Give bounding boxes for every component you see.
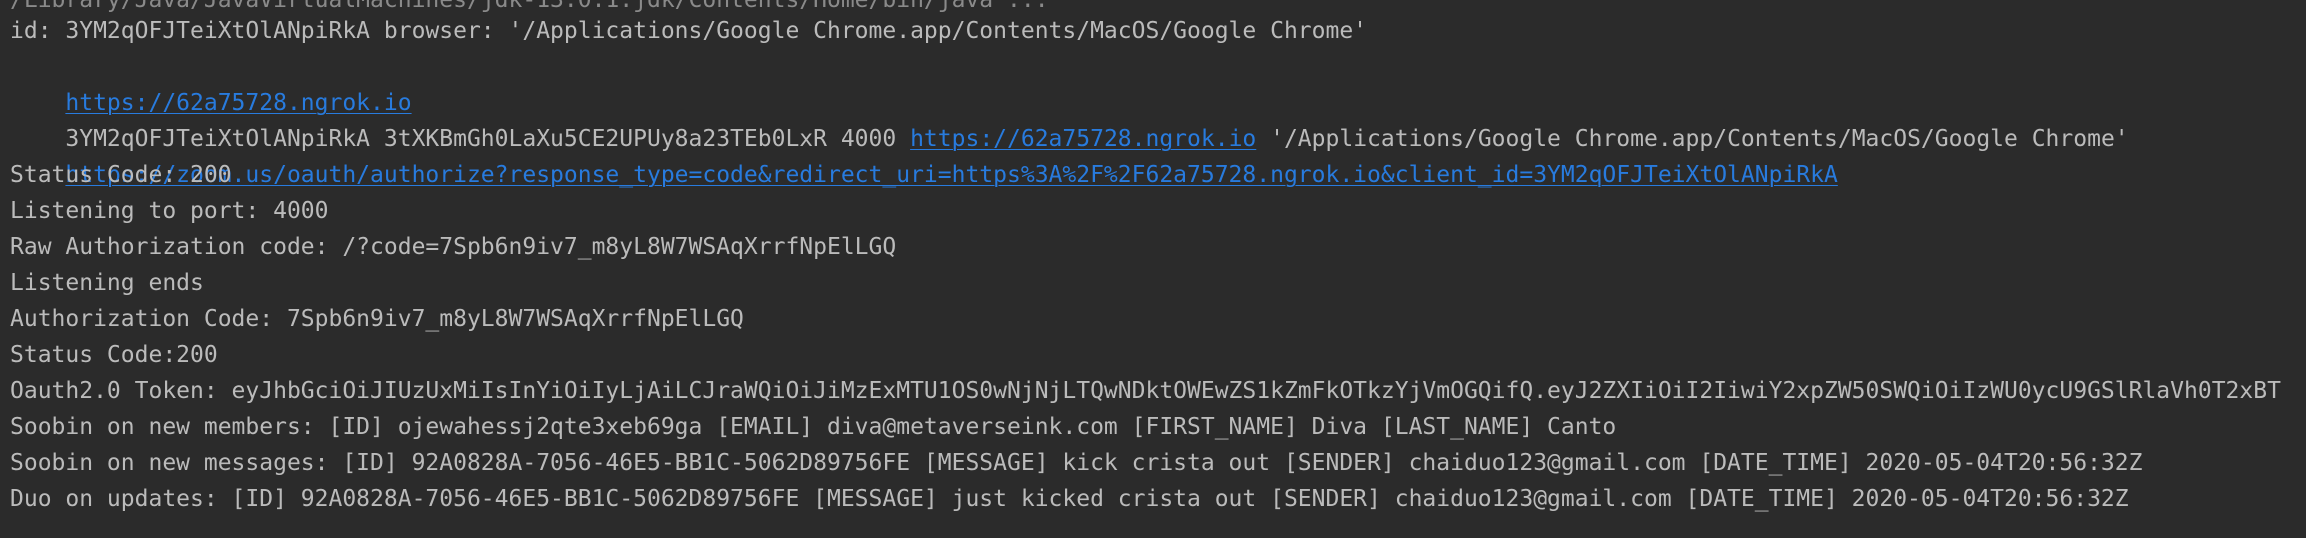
console-output: /Library/Java/JavaVirtualMachines/jdk-13… <box>0 0 2306 538</box>
console-line-auth-code: Authorization Code: 7Spb6n9iv7_m8yL8W7WS… <box>10 306 744 332</box>
console-line-raw-auth-code: Raw Authorization code: /?code=7Spb6n9iv… <box>10 234 897 260</box>
console-line-listening-ends: Listening ends <box>10 270 204 296</box>
console-line-oauth-token: Oauth2.0 Token: eyJhbGciOiJIUzUxMiIsInYi… <box>10 378 2281 404</box>
console-line-new-messages: Soobin on new messages: [ID] 92A0828A-70… <box>10 450 2143 476</box>
console-line-new-members: Soobin on new members: [ID] ojewahessj2q… <box>10 414 1617 440</box>
console-line-credentials: 3YM2qOFJTeiXtOlANpiRkA 3tXKBmGh0LaXu5CE2… <box>10 85 2128 152</box>
console-line-status-code-2: Status Code:200 <box>10 342 218 368</box>
console-line-status-code: Status Code: 200 <box>10 162 232 188</box>
zoom-oauth-link[interactable]: https://zoom.us/oauth/authorize?response… <box>65 162 1837 188</box>
console-line-ngrok-url: https://62a75728.ngrok.io <box>10 49 411 116</box>
console-line-updates: Duo on updates: [ID] 92A0828A-7056-46E5-… <box>10 486 2129 512</box>
console-line-id-browser: id: 3YM2qOFJTeiXtOlANpiRkA browser: '/Ap… <box>10 18 1368 44</box>
console-line-oauth-url: https://zoom.us/oauth/authorize?response… <box>10 121 1837 188</box>
console-line-listening-port: Listening to port: 4000 <box>10 198 329 224</box>
